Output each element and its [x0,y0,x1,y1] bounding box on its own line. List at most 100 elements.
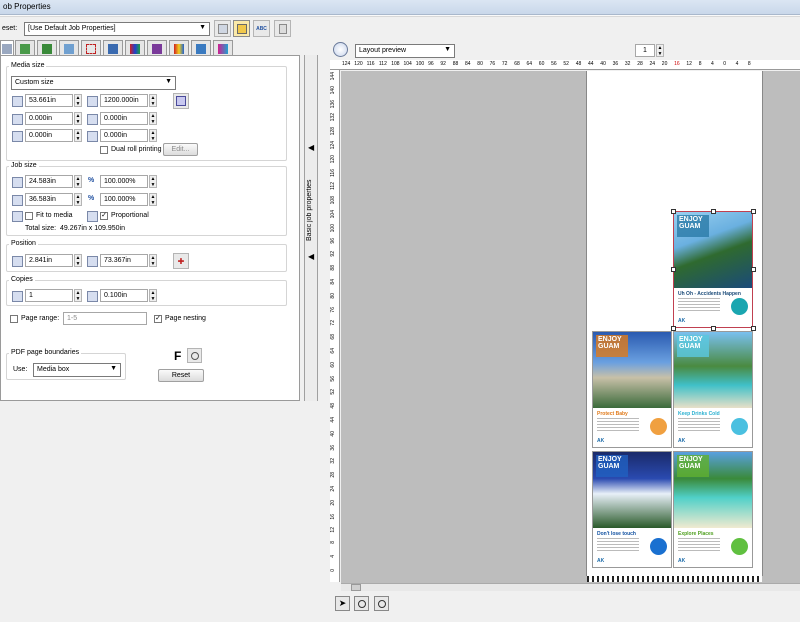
selection-handle[interactable] [671,326,676,331]
margin-left-field[interactable]: 0.000in [25,112,73,125]
pencil-icon [2,43,12,54]
ruler-tick-label: 0 [723,61,727,67]
cut-marks [587,576,762,582]
page-range-checkbox[interactable] [10,315,18,323]
brand-line-1: ENJOY [598,456,622,463]
selection-handle[interactable] [671,209,676,214]
ruler-tick-label: 72 [330,320,336,326]
scale-y-stepper[interactable]: ▲ ▼ [149,193,157,206]
delete-preset-button[interactable] [274,20,291,37]
edit-button[interactable]: Edit... [163,143,198,156]
zoom-in-button[interactable] [354,596,369,611]
ruler-tick-label: 120 [330,154,336,164]
position-y-field[interactable]: 73.367in [100,254,148,267]
acrobat-button[interactable] [187,348,202,363]
job-height-stepper[interactable]: ▲ ▼ [74,193,82,206]
ruler-tick-label: 52 [330,389,336,395]
selection-handle[interactable] [751,209,756,214]
tab-general[interactable] [0,40,14,56]
position-x-stepper[interactable]: ▲ ▼ [74,254,82,267]
page-number-field[interactable]: 1 [635,44,655,57]
tab-crop[interactable] [81,40,101,56]
fit-to-media-checkbox[interactable] [25,212,33,220]
tab-layout[interactable] [15,40,35,56]
preset-dropdown[interactable]: [Use Default Job Properties] ▼ [24,22,210,36]
selection-handle[interactable] [671,267,676,272]
scale-y-field[interactable]: 100.000% [100,193,148,206]
page-nesting-label: Page nesting [165,315,206,322]
position-x-field[interactable]: 2.841in [25,254,73,267]
dual-roll-checkbox[interactable] [100,146,108,154]
tab-output[interactable] [147,40,167,56]
poster-tile[interactable]: ENJOY GUAM Uh Oh - Accidents Happen AK [673,211,753,328]
margin-bottom-stepper[interactable]: ▲ ▼ [149,129,157,142]
gap-stepper[interactable]: ▲ ▼ [149,289,157,302]
brand-badge: ENJOY GUAM [677,215,709,237]
preset-label: eset: [2,25,18,32]
position-picker-button[interactable]: ✚ [173,253,189,269]
page-number-stepper[interactable]: ▲ ▼ [656,44,664,57]
clock-icon[interactable] [333,42,348,57]
media-width-field[interactable]: 53.661in [25,94,73,107]
tab-cutter[interactable] [169,40,189,56]
media-size-dropdown[interactable]: Custom size ▼ [11,76,176,90]
tab-marks[interactable] [125,40,145,56]
poster-tile[interactable]: ENJOY GUAM Keep Drinks Cold AK [673,331,753,448]
spelling-button[interactable]: ABC [253,20,270,37]
horizontal-scrollbar[interactable] [341,583,800,591]
selection-handle[interactable] [751,326,756,331]
reset-button[interactable]: Reset [158,369,204,382]
brand-line-1: ENJOY [679,216,703,223]
margin-top-field[interactable]: 0.000in [25,129,73,142]
margin-right-field[interactable]: 0.000in [100,112,148,125]
copies-field[interactable]: 1 [25,289,73,302]
pdf-boundary-dropdown[interactable]: Media box ▼ [33,363,121,377]
media-height-field[interactable]: 1200.000in [100,94,148,107]
media-height-stepper[interactable]: ▲ ▼ [149,94,157,107]
layout-icon [20,43,30,54]
ruler-tick-label: 144 [330,72,336,81]
poster-tile[interactable]: ENJOY GUAM Protect Baby AK [592,331,672,448]
poster-tile[interactable]: ENJOY GUAM Explore Places AK [673,451,753,568]
preview-mode-dropdown[interactable]: Layout preview ▼ [355,44,455,58]
position-y-stepper[interactable]: ▲ ▼ [149,254,157,267]
poster-tile[interactable]: ENJOY GUAM Don't lose touch AK [592,451,672,568]
gap-field[interactable]: 0.100in [100,289,148,302]
margin-left-stepper[interactable]: ▲ ▼ [74,112,82,125]
job-width-field[interactable]: 24.583in [25,175,73,188]
margin-top-icon [12,131,23,142]
copies-stepper[interactable]: ▲ ▼ [74,289,82,302]
page-range-field[interactable]: 1-5 [63,312,147,325]
tab-color[interactable] [103,40,123,56]
rotate-media-button[interactable] [173,93,189,109]
collapse-arrow-icon-lower[interactable]: ◀ [308,252,314,261]
margin-right-stepper[interactable]: ▲ ▼ [149,112,157,125]
page-nesting-checkbox[interactable]: ✓ [154,315,162,323]
job-height-field[interactable]: 36.583in [25,193,73,206]
proportional-checkbox[interactable]: ✓ [100,212,108,220]
poster-footer-logo: AK [678,558,686,564]
tab-pages[interactable] [37,40,57,56]
margin-bottom-field[interactable]: 0.000in [100,129,148,142]
scale-x-field[interactable]: 100.000% [100,175,148,188]
poster-body-text [678,298,720,312]
ruler-tick-label: 16 [674,61,680,67]
tab-tiling[interactable] [59,40,79,56]
media-width-stepper[interactable]: ▲ ▼ [74,94,82,107]
scale-x-stepper[interactable]: ▲ ▼ [149,175,157,188]
scroll-thumb[interactable] [351,584,361,591]
zoom-out-button[interactable] [374,596,389,611]
tab-special[interactable] [213,40,233,56]
selection-handle[interactable] [711,209,716,214]
save-preset-button[interactable] [214,20,231,37]
selection-handle[interactable] [711,326,716,331]
tab-finishing[interactable] [191,40,211,56]
ruler-tick-label: 108 [391,61,400,67]
ruler-tick-label: 88 [452,61,459,67]
selection-handle[interactable] [751,267,756,272]
select-tool-button[interactable]: ➤ [335,596,350,611]
margin-top-stepper[interactable]: ▲ ▼ [74,129,82,142]
save-as-preset-button[interactable] [233,20,250,37]
job-width-stepper[interactable]: ▲ ▼ [74,175,82,188]
trash-icon [278,23,287,34]
